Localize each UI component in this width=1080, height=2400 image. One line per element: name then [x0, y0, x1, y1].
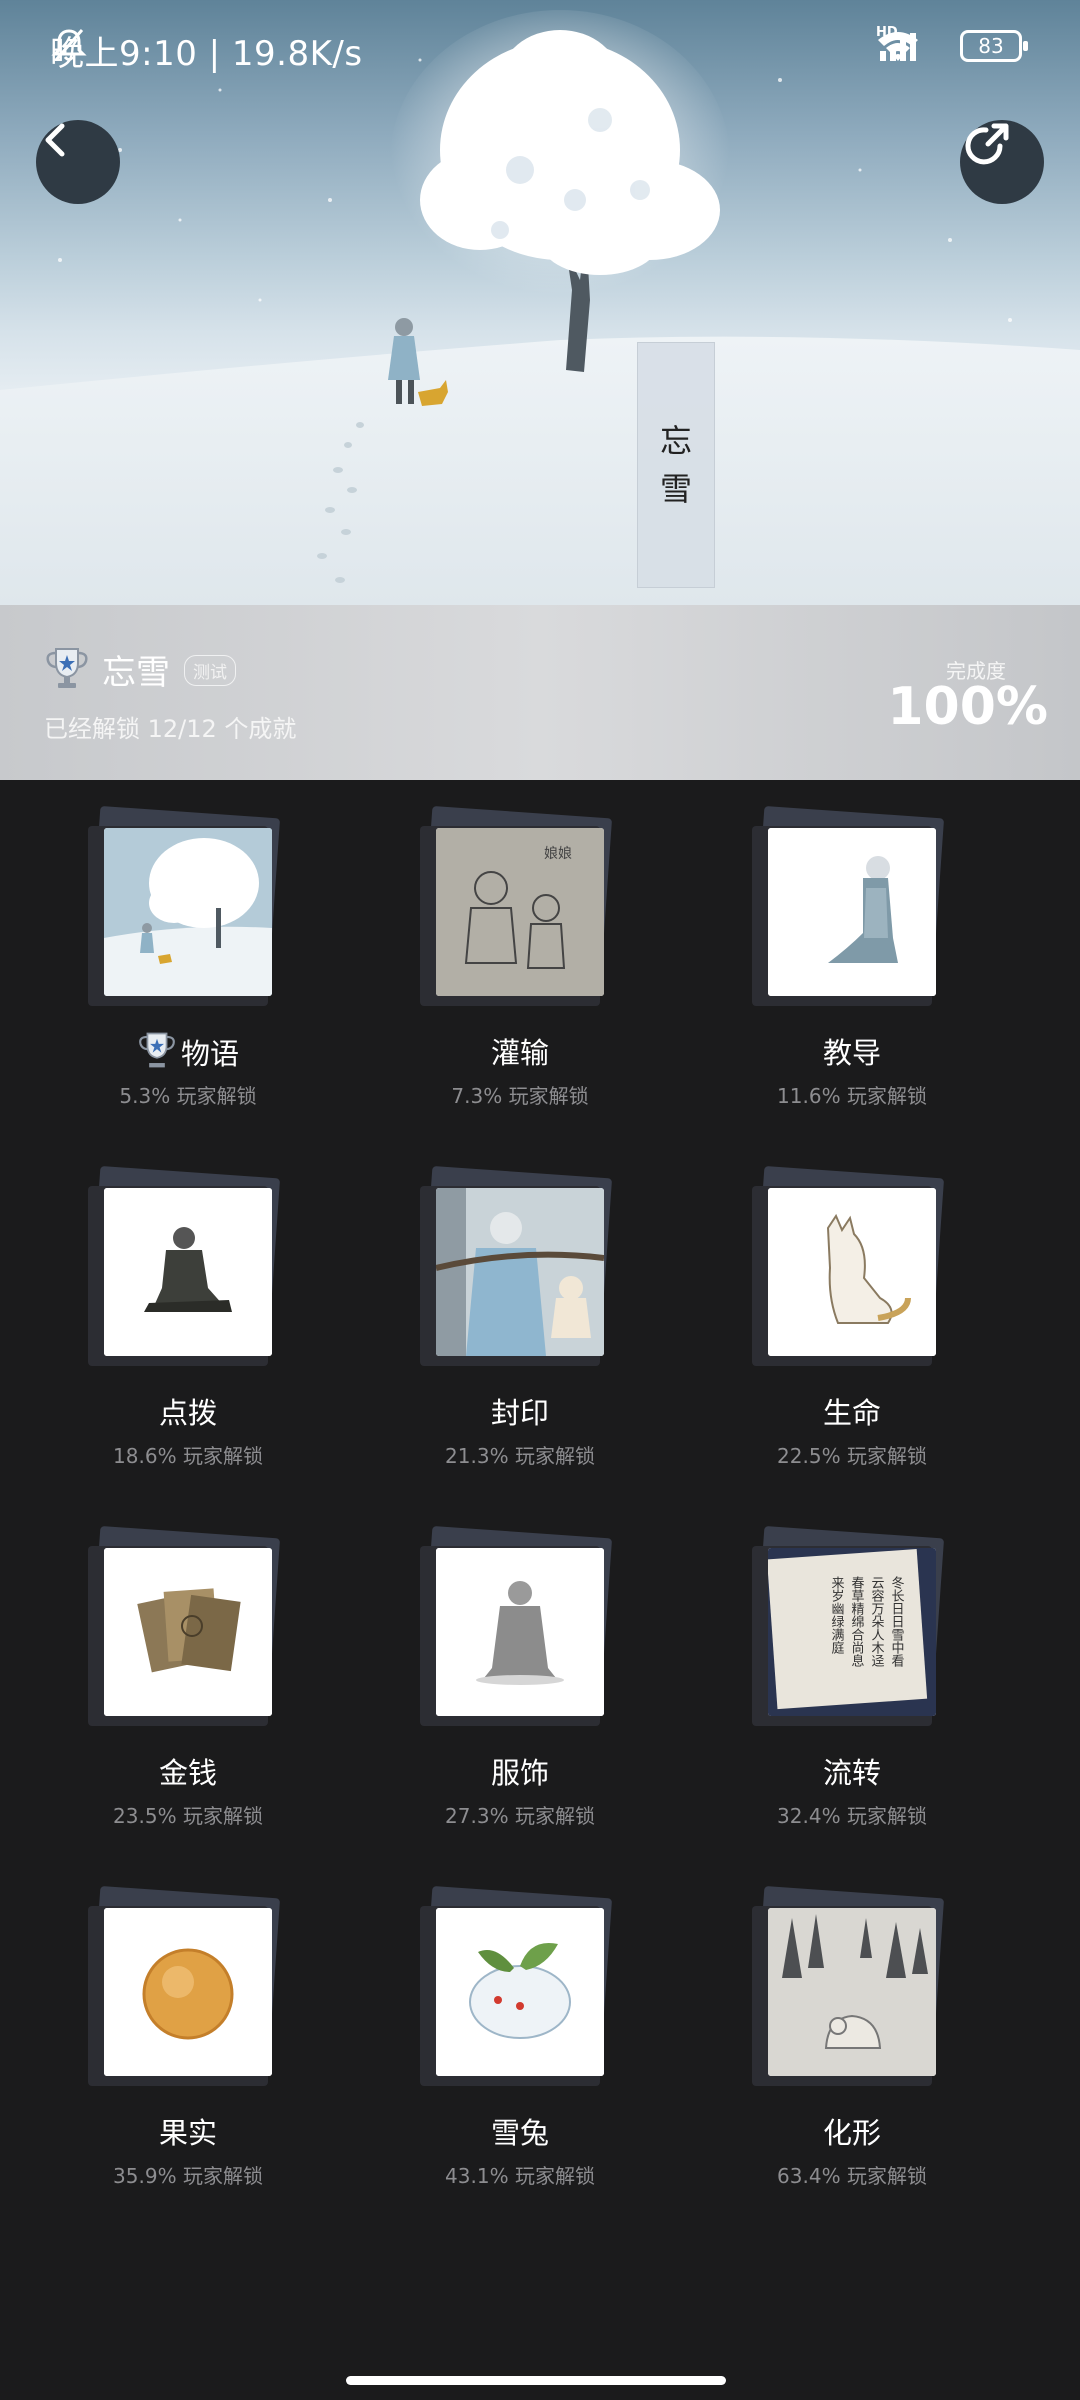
achievement-card[interactable]: 封印 21.3% 玩家解锁: [350, 1140, 650, 1480]
progress-value: 100%: [887, 677, 1048, 737]
unlock-rate: 11.6% 玩家解锁: [777, 1084, 927, 1108]
achievement-image: [436, 1548, 604, 1716]
status-time: 晚上9:10 | 19.8K/s: [50, 34, 363, 74]
achievement-name: 物语: [180, 1037, 239, 1071]
achievement-card[interactable]: 化形 63.4% 玩家解锁: [682, 1860, 982, 2200]
achievement-card[interactable]: 果实 35.9% 玩家解锁: [18, 1860, 318, 2200]
svg-text:云容万朵人木迳: 云容万朵人木迳: [869, 1576, 885, 1667]
achievement-image: [436, 1188, 604, 1356]
achievement-image: [436, 1908, 604, 2076]
hero-banner: 晚上9:10 | 19.8K/s HD 83 忘 雪: [0, 0, 1080, 605]
unlock-rate: 43.1% 玩家解锁: [445, 2164, 595, 2188]
achievement-name: 雪兔: [490, 2116, 549, 2150]
game-title: 忘雪: [102, 653, 170, 693]
achievement-image: [104, 828, 272, 996]
achievement-name: 灌输: [490, 1036, 549, 1070]
battery-icon: 83: [960, 30, 1028, 62]
unlock-rate: 23.5% 玩家解锁: [113, 1804, 263, 1828]
achievement-image: 冬长日日雪中看 云容万朵人木迳 春草精绵合尚息 来岁幽绿满庭: [768, 1548, 936, 1716]
trophy-icon: [44, 645, 90, 695]
plaque-char: 忘: [659, 422, 692, 460]
unlock-rate: 18.6% 玩家解锁: [113, 1444, 263, 1468]
achievement-card[interactable]: 雪兔 43.1% 玩家解锁: [350, 1860, 650, 2200]
achievement-name: 服饰: [490, 1756, 549, 1790]
unlock-rate: 27.3% 玩家解锁: [445, 1804, 595, 1828]
achievement-name: 封印: [490, 1396, 549, 1430]
vertical-title-plaque: 忘 雪: [637, 342, 715, 588]
achievement-name: 果实: [158, 2116, 217, 2150]
achievement-image: [104, 1188, 272, 1356]
svg-text:春草精绵合尚息: 春草精绵合尚息: [849, 1576, 865, 1667]
unlock-rate: 35.9% 玩家解锁: [113, 2164, 263, 2188]
trophy-icon: [137, 1030, 177, 1077]
achievement-name: 化形: [822, 2116, 881, 2150]
plaque-char: 雪: [659, 470, 692, 508]
achievement-name: 流转: [822, 1756, 881, 1790]
unlock-rate: 21.3% 玩家解锁: [445, 1444, 595, 1468]
achievement-image: [104, 1548, 272, 1716]
achievement-card[interactable]: 生命 22.5% 玩家解锁: [682, 1140, 982, 1480]
achievement-card[interactable]: 点拨 18.6% 玩家解锁: [18, 1140, 318, 1480]
achievement-image: 娘娘: [436, 828, 604, 996]
status-bar: 晚上9:10 | 19.8K/s HD 83: [0, 0, 1080, 100]
unlock-rate: 5.3% 玩家解锁: [119, 1084, 257, 1108]
achievement-image: [768, 1908, 936, 2076]
achievement-name: 教导: [822, 1036, 881, 1070]
unlock-rate: 63.4% 玩家解锁: [777, 2164, 927, 2188]
achievement-card[interactable]: 服饰 27.3% 玩家解锁: [350, 1500, 650, 1840]
achievement-card[interactable]: 教导 11.6% 玩家解锁: [682, 780, 982, 1120]
achievement-card[interactable]: 物语 5.3% 玩家解锁: [18, 780, 318, 1120]
achievement-name: 生命: [822, 1396, 881, 1430]
achievement-image: [768, 828, 936, 996]
share-button[interactable]: [960, 120, 1044, 204]
achievement-name: 金钱: [158, 1756, 217, 1790]
achievement-card[interactable]: 娘娘 灌输 7.3% 玩家解锁: [350, 780, 650, 1120]
achievement-image: [104, 1908, 272, 2076]
unlock-rate: 32.4% 玩家解锁: [777, 1804, 927, 1828]
unlock-rate: 22.5% 玩家解锁: [777, 1444, 927, 1468]
achievement-card[interactable]: 冬长日日雪中看 云容万朵人木迳 春草精绵合尚息 来岁幽绿满庭 流转 32.4% …: [682, 1500, 982, 1840]
unlock-count: 已经解锁 12/12 个成就: [44, 715, 297, 743]
svg-text:娘娘: 娘娘: [544, 846, 572, 862]
achievement-card[interactable]: 金钱 23.5% 玩家解锁: [18, 1500, 318, 1840]
svg-text:来岁幽绿满庭: 来岁幽绿满庭: [829, 1576, 845, 1655]
status-badge: 测试: [184, 655, 236, 686]
home-indicator[interactable]: [346, 2376, 726, 2385]
achievement-image: [768, 1188, 936, 1356]
svg-text:冬长日日雪中看: 冬长日日雪中看: [889, 1575, 905, 1667]
back-button[interactable]: [36, 120, 120, 204]
unlock-rate: 7.3% 玩家解锁: [451, 1084, 589, 1108]
achievement-name: 点拨: [158, 1396, 217, 1430]
achievement-summary: 忘雪 测试 已经解锁 12/12 个成就 完成度 100%: [0, 605, 1080, 780]
